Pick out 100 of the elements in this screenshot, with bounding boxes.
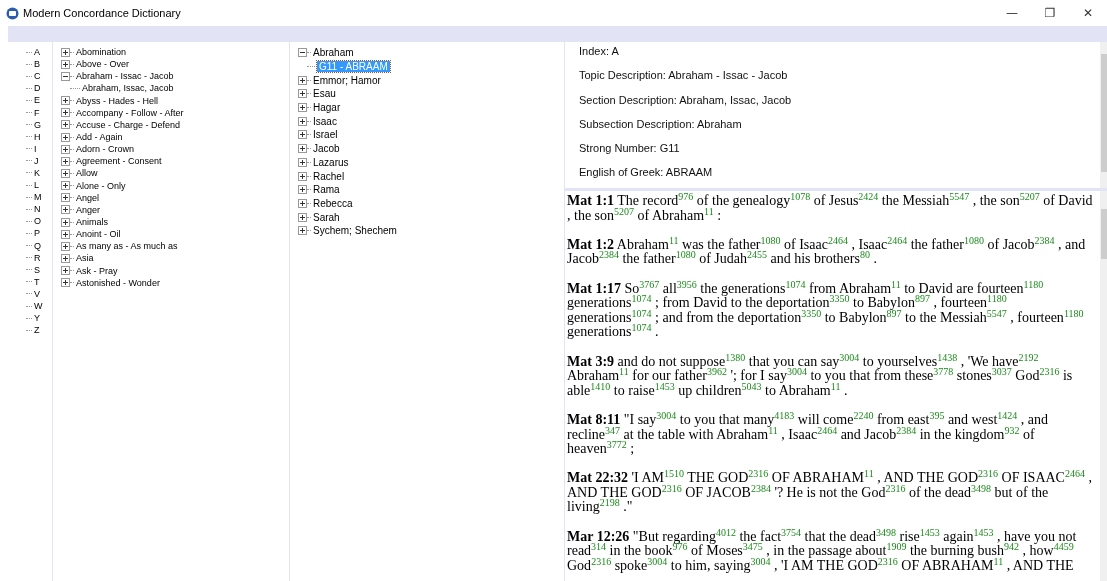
expand-icon[interactable] <box>61 168 70 178</box>
tree-item[interactable]: Jacob <box>311 143 342 155</box>
index-letter[interactable]: Y <box>32 313 42 324</box>
collapse-icon[interactable] <box>61 71 70 81</box>
tree-item[interactable]: Accuse - Charge - Defend <box>74 119 183 130</box>
tree-item[interactable]: Ask - Pray <box>74 265 120 276</box>
tree-item[interactable]: Add - Again <box>74 132 125 143</box>
index-letter[interactable]: P <box>32 228 42 239</box>
expand-icon[interactable] <box>298 116 307 126</box>
expand-icon[interactable] <box>298 185 307 195</box>
scrollbar[interactable] <box>1100 42 1107 188</box>
expand-icon[interactable] <box>61 108 70 118</box>
expand-icon[interactable] <box>298 75 307 85</box>
expand-icon[interactable] <box>61 205 70 215</box>
index-letter[interactable]: C <box>32 71 43 82</box>
tree-item[interactable]: Isaac <box>311 115 339 127</box>
tree-item[interactable]: Abraham - Issac - Jacob <box>74 71 176 82</box>
index-letter[interactable]: A <box>32 47 42 58</box>
scrollbar[interactable] <box>1100 191 1107 581</box>
expand-icon[interactable] <box>61 156 70 166</box>
expand-icon[interactable] <box>298 198 307 208</box>
verse-text: Mat 1:1 The record$^{976}$ of the genealogy$^{1078}$ of Jesus$^{2424}$ the Messiah$^{5547}$ , the son$^{5207}$ of David , the son$^{5207}$ of Abraham$^{11}$ : <box>567 194 1094 224</box>
expand-icon[interactable] <box>61 47 70 57</box>
expand-icon[interactable] <box>61 132 70 142</box>
index-letter[interactable]: S <box>32 264 42 275</box>
expand-icon[interactable] <box>61 96 70 106</box>
index-letter[interactable]: G <box>32 119 43 130</box>
index-letter[interactable]: B <box>32 59 42 70</box>
tree-item[interactable]: Esau <box>311 88 338 100</box>
index-letter[interactable]: K <box>32 168 42 178</box>
index-letter[interactable]: F <box>32 107 42 118</box>
verse-text: Mat 8:11 "I say$^{3004}$ to you that many$^{4183}$ will come$^{2240}$ from east$^{395}$ and west$^{1424}$ , and recline$^{347}$ at the table with Abraham$^{11}$ , Isaac$^{2464}$ and Jacob$^{2384}$ in the kingdom$^{932}$ of heaven$^{3772}$ ; <box>567 412 1049 457</box>
expand-icon[interactable] <box>61 193 70 203</box>
tree-item[interactable]: Angel <box>74 192 102 203</box>
index-letter[interactable]: N <box>32 204 43 215</box>
expand-icon[interactable] <box>61 253 70 263</box>
expand-icon[interactable] <box>61 278 70 288</box>
tree-item[interactable]: Sarah <box>311 211 342 223</box>
tree-item[interactable]: Abraham <box>311 47 356 59</box>
tree-item[interactable]: Abraham, Issac, Jacob <box>80 83 176 94</box>
tree-item[interactable]: Rachel <box>311 170 347 182</box>
index-letter[interactable]: V <box>32 288 42 299</box>
expand-icon[interactable] <box>298 89 307 99</box>
index-letter[interactable]: T <box>32 276 42 287</box>
tree-item[interactable]: Lazarus <box>311 156 351 168</box>
expand-icon[interactable] <box>61 229 70 239</box>
tree-item[interactable]: Alone - Only <box>74 180 128 191</box>
window-control[interactable]: ❐ <box>1031 0 1069 26</box>
tree-item[interactable]: Sychem; Shechem <box>311 225 399 237</box>
window-control[interactable]: ✕ <box>1069 0 1107 26</box>
window-control[interactable]: — <box>993 0 1031 26</box>
expand-icon[interactable] <box>61 144 70 154</box>
index-letter[interactable]: D <box>32 83 43 94</box>
expand-icon[interactable] <box>298 226 307 236</box>
detail-text: Strong Number: G11 <box>579 142 680 155</box>
expand-icon[interactable] <box>298 144 307 154</box>
tree-item[interactable]: Emmor; Hamor <box>311 74 383 86</box>
index-letter[interactable]: W <box>32 301 45 311</box>
expand-icon[interactable] <box>61 120 70 130</box>
detail-text: Topic Description: Abraham - Issac - Jacob <box>579 69 788 82</box>
tree-item[interactable]: As many as - As much as <box>74 241 180 252</box>
tree-item[interactable]: Astonished - Wonder <box>74 277 162 288</box>
tree-item[interactable]: Asia <box>74 253 96 264</box>
expand-icon[interactable] <box>61 217 70 227</box>
collapse-icon[interactable] <box>298 48 307 58</box>
tree-item[interactable]: Allow <box>74 168 100 179</box>
index-letter[interactable]: H <box>32 131 43 142</box>
index-letter[interactable]: Z <box>32 325 42 336</box>
tree-item[interactable]: Israel <box>311 129 340 141</box>
expand-icon[interactable] <box>298 171 307 181</box>
expand-icon[interactable] <box>61 266 70 276</box>
expand-icon[interactable] <box>298 212 307 222</box>
index-letter[interactable]: Q <box>32 240 43 251</box>
expand-icon[interactable] <box>298 103 307 113</box>
tree-item[interactable]: Agreement - Consent <box>74 156 164 167</box>
expand-icon[interactable] <box>61 181 70 191</box>
tree-item[interactable]: Above - Over <box>74 59 132 70</box>
verse-text: Mat 1:2 Abraham$^{11}$ was the father$^{1080}$ of Isaac$^{2464}$ , Isaac$^{2464}$ the father$^{1080}$ of Jacob$^{2384}$ , and Jacob$^{2384}$ the father$^{1080}$ of Judah$^{2455}$ and his brothers$^{80}$ . <box>567 237 1087 267</box>
index-letter[interactable]: R <box>32 252 43 263</box>
index-letter[interactable]: L <box>32 180 41 191</box>
index-letter[interactable]: I <box>32 143 39 154</box>
expand-icon[interactable] <box>298 157 307 167</box>
tree-item[interactable]: Anger <box>74 204 103 215</box>
tree-item[interactable]: Accompany - Follow - After <box>74 107 186 118</box>
tree-item[interactable]: Rama <box>311 184 342 196</box>
tree-item[interactable]: Anoint - Oil <box>74 229 123 240</box>
tree-item[interactable]: Adorn - Crown <box>74 144 137 155</box>
expand-icon[interactable] <box>61 59 70 69</box>
detail-text: English of Greek: ABRAAM <box>579 166 713 179</box>
index-letter[interactable]: J <box>32 155 41 166</box>
index-letter[interactable]: E <box>32 95 42 106</box>
tree-item[interactable]: Abomination <box>74 47 129 58</box>
tree-item[interactable]: Hagar <box>311 102 343 114</box>
index-letter[interactable]: M <box>32 192 44 203</box>
tree-item[interactable]: Animals <box>74 217 110 228</box>
expand-icon[interactable] <box>298 130 307 140</box>
index-letter[interactable]: O <box>32 216 43 227</box>
expand-icon[interactable] <box>61 241 70 251</box>
tree-item[interactable]: Rebecca <box>311 197 355 209</box>
tree-item[interactable]: Abyss - Hades - Hell <box>74 95 161 106</box>
